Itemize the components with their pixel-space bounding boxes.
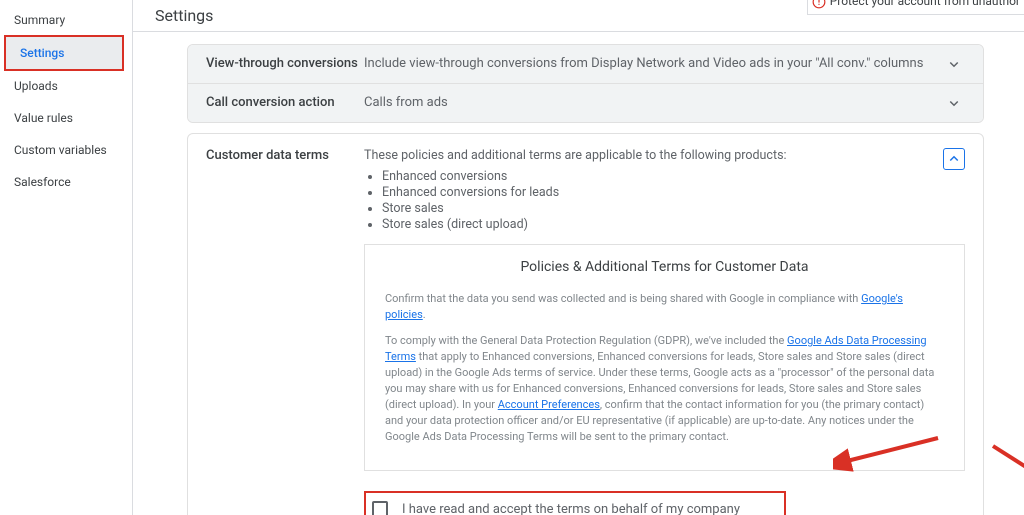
settings-panel: View-through conversions Include view-th…: [187, 44, 984, 123]
chevron-down-icon: [943, 55, 965, 73]
policy-box: Policies & Additional Terms for Customer…: [364, 244, 965, 471]
collapse-button[interactable]: [943, 148, 965, 170]
chevron-down-icon: [943, 94, 965, 112]
link-account-preferences[interactable]: Account Preferences: [498, 398, 600, 411]
main: Protect your account from unauthor Setti…: [133, 0, 1024, 515]
card-label: Customer data terms: [206, 148, 364, 163]
accept-label: I have read and accept the terms on beha…: [402, 502, 740, 515]
accept-terms-row[interactable]: I have read and accept the terms on beha…: [364, 491, 786, 515]
customer-data-terms-card: Customer data terms These policies and a…: [187, 133, 984, 515]
security-banner[interactable]: Protect your account from unauthor: [807, 0, 1024, 15]
sidebar-item-summary[interactable]: Summary: [0, 4, 132, 36]
sidebar-item-custom-variables[interactable]: Custom variables: [0, 134, 132, 166]
row-view-through-conversions[interactable]: View-through conversions Include view-th…: [188, 45, 983, 84]
sidebar-item-uploads[interactable]: Uploads: [0, 70, 132, 102]
sidebar-item-value-rules[interactable]: Value rules: [0, 102, 132, 134]
sidebar-item-salesforce[interactable]: Salesforce: [0, 166, 132, 198]
policy-title: Policies & Additional Terms for Customer…: [385, 259, 944, 275]
sidebar: Summary Settings Uploads Value rules Cus…: [0, 0, 133, 515]
policy-paragraph-2: To comply with the General Data Protecti…: [385, 333, 944, 445]
sidebar-item-settings[interactable]: Settings: [6, 37, 122, 69]
accept-checkbox[interactable]: [372, 501, 388, 515]
policy-paragraph-1: Confirm that the data you send was colle…: [385, 291, 944, 323]
alert-icon: [812, 0, 826, 9]
products-list: Enhanced conversions Enhanced conversion…: [382, 169, 943, 232]
row-call-conversion-action[interactable]: Call conversion action Calls from ads: [188, 84, 983, 122]
card-intro: These policies and additional terms are …: [364, 148, 943, 163]
chevron-up-icon: [945, 150, 963, 168]
